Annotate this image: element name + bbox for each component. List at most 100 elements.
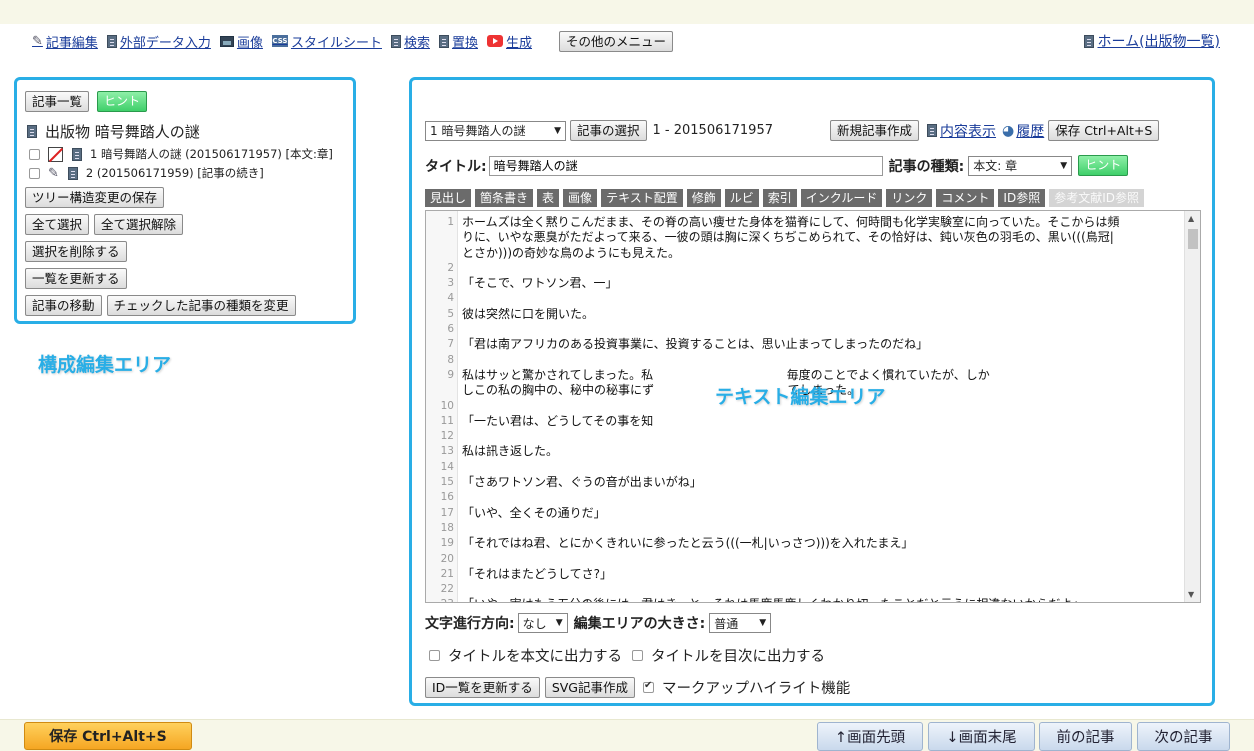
line-text[interactable] (454, 490, 462, 505)
toolbar-ruby-button[interactable]: ルビ (724, 189, 759, 207)
scroll-down-icon[interactable]: ▼ (1188, 590, 1194, 599)
editor-line[interactable]: 21 「それはまたどうしてさ?」 (426, 567, 1186, 582)
editor-scrollbar[interactable]: ▲ ▼ (1184, 211, 1200, 602)
line-text[interactable] (454, 460, 462, 475)
editor-line[interactable]: 4 (426, 291, 1186, 306)
refresh-list-button[interactable]: 一覧を更新する (25, 268, 127, 289)
editor-line[interactable]: 20 (426, 552, 1186, 567)
title-body-label[interactable]: タイトルを本文に出力する (448, 645, 622, 666)
editor-line[interactable]: 17 「いや、全くその通りだ」 (426, 506, 1186, 521)
markup-highlight-checkbox[interactable] (643, 680, 654, 693)
menu-stylesheet[interactable]: CSS スタイルシート (271, 32, 382, 51)
line-text[interactable] (454, 399, 462, 414)
line-text[interactable]: りに、いやな悪臭がただよって来る、一彼の頭は胸に深くちぢこめられて、その恰好は、… (454, 230, 1114, 245)
editor-line[interactable]: 12 (426, 429, 1186, 444)
line-text[interactable]: 私はサッと驚かされてしまった。私 毎度のことでよく慣れていたが、しか (454, 368, 990, 383)
line-text[interactable] (454, 552, 462, 567)
line-text[interactable]: 「君は南アフリカのある投資事業に、投資することは、思い止まってしまったのだね」 (454, 337, 928, 352)
direction-select[interactable]: なし ▼ (517, 613, 568, 633)
scroll-bottom-button[interactable]: ↓画面末尾 (928, 722, 1035, 751)
menu-image[interactable]: 画像 (219, 32, 263, 51)
editor-line[interactable]: 23「いや、実はもう五分の後には、君はきっと、それは馬鹿馬鹿しくわかり切ったこと… (426, 597, 1186, 602)
editor-line[interactable]: 13 私は訊き返した。 (426, 444, 1186, 459)
editor-line[interactable]: とさか)))の奇妙な鳥のようにも見えた。 (426, 246, 1186, 261)
toolbar-comment-button[interactable]: コメント (936, 189, 995, 207)
view-content-link[interactable]: 内容表示 (940, 121, 996, 141)
editor-line[interactable]: 18 (426, 521, 1186, 536)
editor-line[interactable]: 11 「一たい君は、どうしてその事を知 (426, 414, 1186, 429)
save-bottom-button[interactable]: 保存 Ctrl+Alt+S (24, 722, 192, 750)
deselect-all-button[interactable]: 全て選択解除 (94, 214, 184, 235)
editor-line[interactable]: 1 ホームズは全く黙りこんだまま、その脊の高い痩せた身体を猫脊にして、何時間も化学… (426, 215, 1186, 230)
line-text[interactable]: 「それはまたどうしてさ?」 (454, 567, 612, 582)
article-select[interactable]: 1 暗号舞踏人の謎 ▼ (425, 120, 566, 141)
svg-article-button[interactable]: SVG記事作成 (544, 677, 635, 698)
line-text[interactable] (454, 582, 462, 597)
menu-article-edit[interactable]: ✎ 記事編集 (32, 32, 98, 51)
other-menu-button[interactable]: その他のメニュー (559, 30, 674, 52)
line-text[interactable]: 「いや、全くその通りだ」 (454, 506, 606, 521)
editor-line[interactable]: 3 「そこで、ワトソン君、一」 (426, 276, 1186, 291)
article-checkbox[interactable] (29, 148, 40, 160)
select-all-button[interactable]: 全て選択 (25, 214, 90, 235)
title-body-checkbox[interactable] (429, 650, 440, 661)
editor-line[interactable]: 7 「君は南アフリカのある投資事業に、投資することは、思い止まってしまったのだね」 (426, 337, 1186, 352)
line-text[interactable] (454, 291, 462, 306)
move-article-button[interactable]: 記事の移動 (25, 295, 102, 316)
editor-line[interactable]: 5 彼は突然に口を開いた。 (426, 307, 1186, 322)
line-text[interactable]: 私は訊き返した。 (454, 444, 558, 459)
toolbar-idref-button[interactable]: ID参照 (998, 189, 1046, 207)
line-text[interactable]: ホームズは全く黙りこんだまま、その脊の高い痩せた身体を猫脊にして、何時間も化学実… (454, 215, 1119, 230)
history-link[interactable]: 履歴 (1016, 121, 1044, 141)
toolbar-heading-button[interactable]: 見出し (425, 189, 472, 207)
markup-highlight-label[interactable]: マークアップハイライト機能 (662, 677, 850, 698)
scroll-top-button[interactable]: ↑画面先頭 (817, 722, 923, 751)
next-article-button[interactable]: 次の記事 (1137, 722, 1230, 751)
tree-item[interactable]: 1 暗号舞踏人の謎 (201506171957) [本文:章] (29, 146, 345, 162)
editor-line[interactable]: 6 (426, 322, 1186, 337)
article-checkbox[interactable] (29, 167, 40, 179)
toolbar-index-button[interactable]: 索引 (762, 189, 797, 207)
scroll-up-icon[interactable]: ▲ (1188, 214, 1194, 223)
menu-search[interactable]: 検索 (390, 32, 430, 51)
save-button[interactable]: 保存 Ctrl+Alt+S (1048, 120, 1160, 141)
editor-line[interactable]: 19 「それではね君、とにかくきれいに参ったと云う(((一札|いっさつ)))を入れ… (426, 536, 1186, 551)
change-type-button[interactable]: チェックした記事の種類を変更 (106, 295, 296, 316)
editor-line[interactable]: 14 (426, 460, 1186, 475)
menu-external-data[interactable]: 外部データ入力 (106, 32, 211, 51)
toolbar-include-button[interactable]: インクルード (800, 189, 883, 207)
toolbar-image-button[interactable]: 画像 (563, 189, 598, 207)
editor-line[interactable]: りに、いやな悪臭がただよって来る、一彼の頭は胸に深くちぢこめられて、その恰好は、… (426, 230, 1186, 245)
prev-article-button[interactable]: 前の記事 (1039, 722, 1132, 751)
editor-line[interactable]: 22 (426, 582, 1186, 597)
select-article-button[interactable]: 記事の選択 (570, 120, 647, 141)
save-tree-button[interactable]: ツリー構造変更の保存 (25, 187, 165, 208)
title-toc-label[interactable]: タイトルを目次に出力する (651, 645, 825, 666)
hint-button[interactable]: ヒント (97, 91, 148, 112)
editor-line[interactable]: 16 (426, 490, 1186, 505)
editor-line[interactable]: 15 「さあワトソン君、ぐうの音が出まいがね」 (426, 475, 1186, 490)
article-list-button[interactable]: 記事一覧 (25, 91, 90, 112)
toolbar-align-button[interactable]: テキスト配置 (601, 189, 683, 207)
line-text[interactable]: 「さあワトソン君、ぐうの音が出まいがね」 (454, 475, 702, 490)
line-text[interactable] (454, 261, 462, 276)
toolbar-bullet-button[interactable]: 箇条書き (475, 189, 534, 207)
tree-item[interactable]: ✎ 2 (201506171959) [記事の続き] (29, 165, 345, 181)
line-text[interactable] (454, 521, 462, 536)
line-text[interactable]: 「そこで、ワトソン君、一」 (454, 276, 618, 291)
editor-line[interactable]: 8 (426, 353, 1186, 368)
delete-selected-button[interactable]: 選択を削除する (25, 241, 127, 262)
line-text[interactable]: とさか)))の奇妙な鳥のようにも見えた。 (454, 246, 680, 261)
new-article-button[interactable]: 新規記事作成 (830, 120, 920, 141)
refresh-id-button[interactable]: ID一覧を更新する (425, 677, 540, 698)
line-text[interactable]: 「それではね君、とにかくきれいに参ったと云う(((一札|いっさつ)))を入れたま… (454, 536, 913, 551)
line-text[interactable]: 彼は突然に口を開いた。 (454, 307, 594, 322)
toolbar-table-button[interactable]: 表 (537, 189, 560, 207)
title-toc-checkbox[interactable] (632, 650, 643, 661)
editor-lines[interactable]: 1 ホームズは全く黙りこんだまま、その脊の高い痩せた身体を猫脊にして、何時間も化学… (426, 215, 1186, 602)
editor-line[interactable]: 9 私はサッと驚かされてしまった。私 毎度のことでよく慣れていたが、しか (426, 368, 1186, 383)
line-text[interactable] (454, 353, 462, 368)
type-select[interactable]: 本文: 章 ▼ (968, 155, 1073, 176)
title-input[interactable] (488, 155, 883, 176)
line-text[interactable]: 「いや、実はもう五分の後には、君はきっと、それは馬鹿馬鹿しくわかり切ったことだと… (454, 597, 1084, 602)
